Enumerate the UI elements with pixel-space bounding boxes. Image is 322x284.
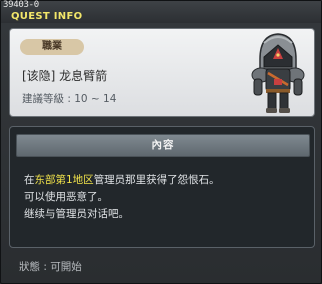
content-line-1-prefix: 在 <box>24 174 35 186</box>
content-line-3: 继续与管理员对话吧。 <box>24 208 129 220</box>
window-header[interactable]: 39403-0 QUEST INFO <box>1 0 321 23</box>
quest-content-panel: 內容 在东部第1地区管理员那里获得了怨恨石。 可以使用恶意了。 继续与管理员对话… <box>9 126 315 248</box>
content-line-1-suffix: 管理员那里获得了怨恨石。 <box>93 174 220 186</box>
quest-name: [该隐] 龙息臂箭 <box>22 69 108 83</box>
recommended-level: 建議等級 : 10 ~ 14 <box>22 93 117 105</box>
content-body: 在东部第1地区管理员那里获得了怨恨石。 可以使用恶意了。 继续与管理员对话吧。 <box>24 172 304 223</box>
quest-summary-panel: 職業 [该隐] 龙息臂箭 建議等級 : 10 ~ 14 <box>9 28 315 117</box>
quest-id: 39403-0 <box>3 0 39 10</box>
location-highlight: 东部第1地区 <box>34 174 94 186</box>
content-header: 內容 <box>16 134 310 157</box>
npc-portrait-icon <box>251 33 305 113</box>
quest-info-window: 39403-0 QUEST INFO 職業 [该隐] 龙息臂箭 建議等級 : 1… <box>0 0 322 284</box>
content-line-1: 在东部第1地区管理员那里获得了怨恨石。 <box>24 172 304 189</box>
content-line-2: 可以使用恶意了。 <box>24 191 108 203</box>
window-title: QUEST INFO <box>11 11 83 22</box>
quest-status: 狀態 : 可開始 <box>19 261 82 273</box>
job-badge: 職業 <box>20 39 84 55</box>
